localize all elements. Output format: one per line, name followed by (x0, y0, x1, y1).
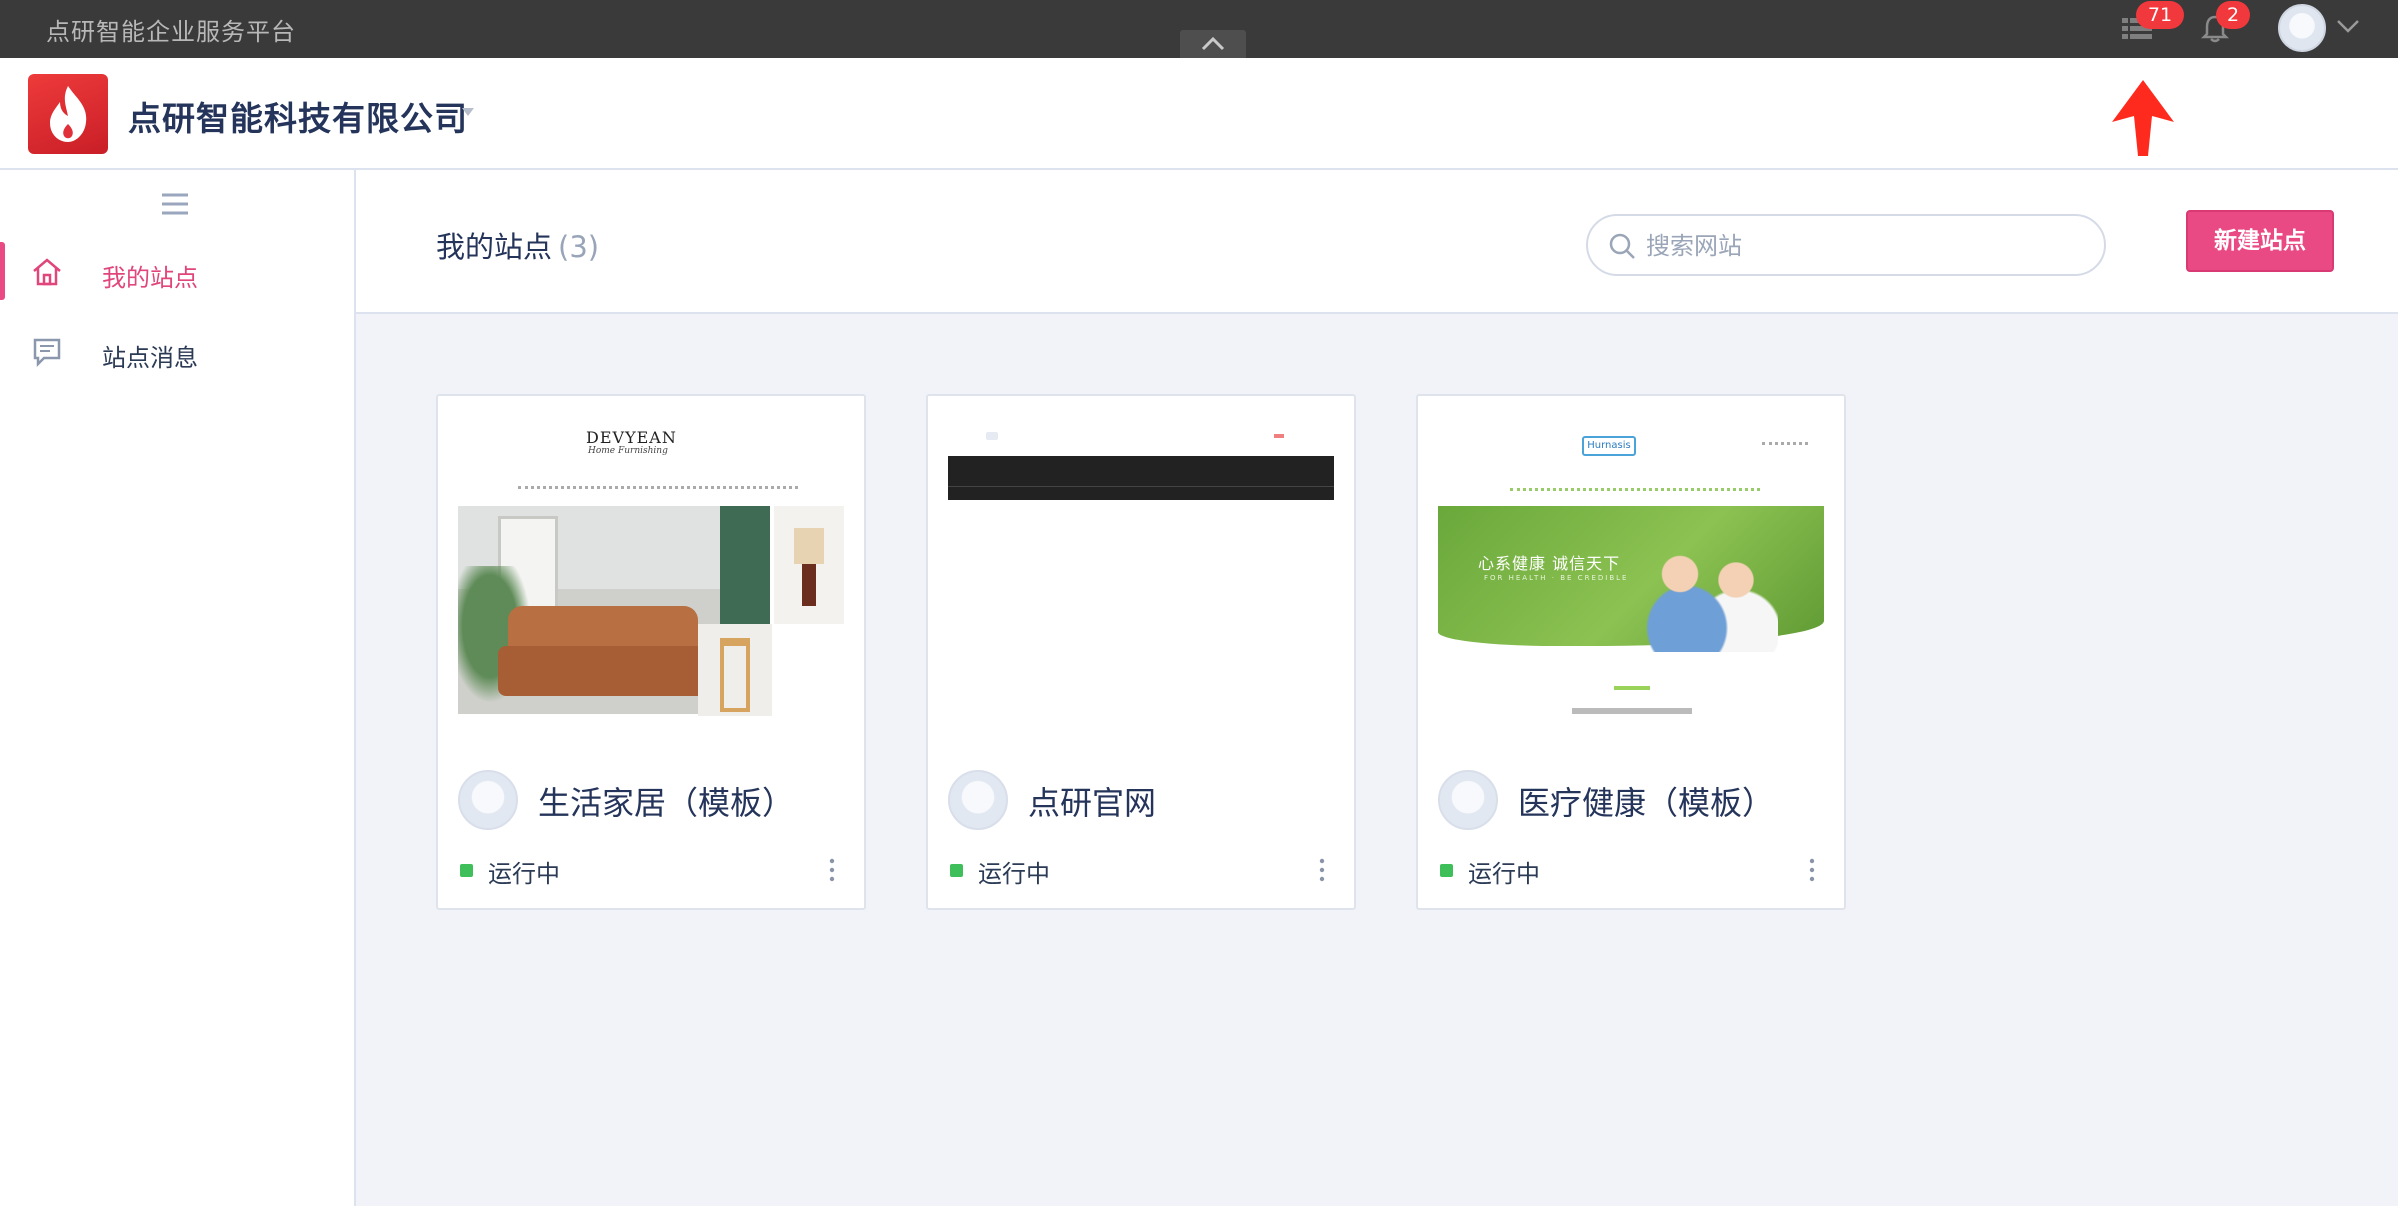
message-icon (33, 338, 61, 368)
site-name[interactable]: 生活家居（模板） (538, 778, 794, 824)
company-name[interactable]: 点研智能科技有限公司 (128, 92, 468, 140)
thumbnail-logo-text: Hurnasis (1582, 436, 1636, 456)
site-card[interactable]: DEVYEAN Home Furnishing 生活家居（模板） 运行中 (436, 394, 866, 910)
user-avatar[interactable] (2278, 4, 2326, 52)
company-logo (28, 74, 108, 154)
chevron-down-icon[interactable] (2336, 18, 2360, 34)
thumbnail-nav (1510, 488, 1760, 492)
thumbnail-logo-subtext: Home Furnishing (588, 446, 668, 456)
page-title-text: 我的站点 (436, 230, 553, 264)
page-title: 我的站点 (3) (436, 224, 599, 266)
flame-icon (50, 86, 87, 142)
site-card[interactable]: 点研官网 运行中 (926, 394, 1356, 910)
apps-count-badge: 71 (2136, 1, 2184, 29)
sidebar-item-label: 我的站点 (102, 264, 198, 292)
more-vertical-icon[interactable] (828, 856, 836, 884)
platform-title: 点研智能企业服务平台 (46, 18, 296, 46)
site-thumbnail[interactable]: DEVYEAN Home Furnishing (458, 416, 844, 716)
company-switch-caret-icon[interactable] (460, 106, 476, 118)
sidebar: 我的站点 站点消息 (0, 170, 356, 1206)
new-site-button[interactable]: 新建站点 (2186, 210, 2334, 272)
status-indicator (1440, 864, 1453, 877)
platform-topbar: 点研智能企业服务平台 71 2 (0, 0, 2398, 58)
menu-toggle-icon[interactable] (160, 192, 190, 216)
status-indicator (460, 864, 473, 877)
sidebar-item-site-messages[interactable]: 站点消息 (0, 316, 354, 386)
thumbnail-slogan: 心系健康 诚信天下 (1478, 554, 1621, 573)
thumbnail-logo-text: DEVYEAN (586, 428, 677, 447)
status-indicator (950, 864, 963, 877)
site-status: 运行中 (1468, 860, 1540, 888)
more-vertical-icon[interactable] (1318, 856, 1326, 884)
home-icon (33, 258, 61, 286)
notifications-count-badge: 2 (2216, 1, 2250, 29)
site-thumbnail[interactable]: Hurnasis 心系健康 诚信天下 FOR HEALTH · BE CREDI… (1438, 416, 1824, 716)
collapse-header-button[interactable] (1180, 30, 1246, 58)
sidebar-item-label: 站点消息 (102, 344, 198, 372)
site-count: (3) (558, 230, 600, 264)
company-header: 点研智能科技有限公司 (0, 58, 2398, 170)
site-status: 运行中 (488, 860, 560, 888)
chevron-up-icon (1201, 36, 1225, 51)
search-input[interactable] (1646, 228, 2066, 264)
site-card[interactable]: Hurnasis 心系健康 诚信天下 FOR HEALTH · BE CREDI… (1416, 394, 1846, 910)
sidebar-item-my-sites[interactable]: 我的站点 (0, 236, 354, 306)
site-name[interactable]: 医疗健康（模板） (1518, 778, 1774, 824)
thumbnail-nav (518, 486, 798, 490)
site-avatar (948, 770, 1008, 830)
site-avatar (458, 770, 518, 830)
thumbnail-header-bar (948, 456, 1334, 500)
site-name[interactable]: 点研官网 (1028, 778, 1156, 824)
site-status: 运行中 (978, 860, 1050, 888)
main-toolbar: 我的站点(3) 新建站点 (356, 170, 2398, 314)
more-vertical-icon[interactable] (1808, 856, 1816, 884)
thumbnail-slogan-sub: FOR HEALTH · BE CREDIBLE (1484, 574, 1629, 582)
site-thumbnail[interactable] (948, 416, 1334, 716)
search-icon (1609, 233, 1635, 259)
red-pointer-arrow-icon (2112, 80, 2174, 156)
site-avatar (1438, 770, 1498, 830)
search-box[interactable] (1586, 214, 2106, 276)
